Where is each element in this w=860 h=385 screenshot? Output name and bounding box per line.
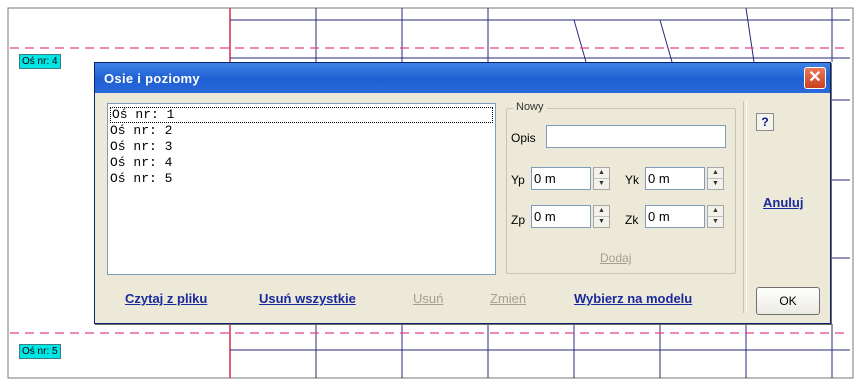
yk-label: Yk <box>625 173 640 187</box>
spin-up-icon[interactable]: ▲ <box>594 168 609 178</box>
opis-input[interactable] <box>546 125 726 148</box>
select-on-model-link[interactable]: Wybierz na modelu <box>574 291 692 306</box>
zp-input[interactable]: 0 m <box>531 205 591 228</box>
yp-input[interactable]: 0 m <box>531 167 591 190</box>
zk-input[interactable]: 0 m <box>645 205 705 228</box>
delete-all-link[interactable]: Usuń wszystkie <box>259 291 356 306</box>
delete-link[interactable]: Usuń <box>413 291 443 306</box>
list-item[interactable]: Oś nr: 2 <box>108 123 495 139</box>
spin-down-icon[interactable]: ▼ <box>594 178 609 189</box>
close-icon: ✕ <box>808 69 822 86</box>
yk-spinner[interactable]: ▲ ▼ <box>707 167 724 190</box>
ok-button[interactable]: OK <box>756 287 820 315</box>
help-button[interactable]: ? <box>756 113 774 131</box>
group-legend: Nowy <box>513 101 547 113</box>
axes-levels-dialog: Osie i poziomy ✕ Oś nr: 1 Oś nr: 2 Oś nr… <box>94 62 831 324</box>
new-axis-group: Nowy Opis Yp 0 m ▲ ▼ Yk 0 m ▲ ▼ Zp 0 m ▲ ▼ … <box>506 101 736 274</box>
close-button[interactable]: ✕ <box>804 67 826 89</box>
read-from-file-link[interactable]: Czytaj z pliku <box>125 291 207 306</box>
opis-label: Opis <box>511 131 536 145</box>
dialog-title: Osie i poziomy <box>104 71 200 86</box>
cancel-link[interactable]: Anuluj <box>763 195 803 210</box>
axis-tag-4[interactable]: Oś nr: 4 <box>19 54 61 69</box>
spin-down-icon[interactable]: ▼ <box>594 216 609 227</box>
list-item[interactable]: Oś nr: 5 <box>108 171 495 187</box>
spin-up-icon[interactable]: ▲ <box>594 206 609 216</box>
zp-label: Zp <box>511 213 526 227</box>
zk-spinner[interactable]: ▲ ▼ <box>707 205 724 228</box>
list-item[interactable]: Oś nr: 4 <box>108 155 495 171</box>
modify-link[interactable]: Zmień <box>490 291 526 306</box>
title-bar[interactable]: Osie i poziomy ✕ <box>95 63 830 93</box>
yk-input[interactable]: 0 m <box>645 167 705 190</box>
list-item[interactable]: Oś nr: 1 <box>110 107 493 123</box>
axes-list[interactable]: Oś nr: 1 Oś nr: 2 Oś nr: 3 Oś nr: 4 Oś n… <box>107 103 496 275</box>
yp-label: Yp <box>511 173 525 187</box>
spin-up-icon[interactable]: ▲ <box>708 206 723 216</box>
axis-tag-5[interactable]: Oś nr: 5 <box>19 344 61 359</box>
spin-up-icon[interactable]: ▲ <box>708 168 723 178</box>
yp-spinner[interactable]: ▲ ▼ <box>593 167 610 190</box>
zp-spinner[interactable]: ▲ ▼ <box>593 205 610 228</box>
zk-label: Zk <box>625 213 639 227</box>
list-item[interactable]: Oś nr: 3 <box>108 139 495 155</box>
add-button[interactable]: Dodaj <box>600 251 631 265</box>
spin-down-icon[interactable]: ▼ <box>708 216 723 227</box>
spin-down-icon[interactable]: ▼ <box>708 178 723 189</box>
separator <box>743 101 747 313</box>
